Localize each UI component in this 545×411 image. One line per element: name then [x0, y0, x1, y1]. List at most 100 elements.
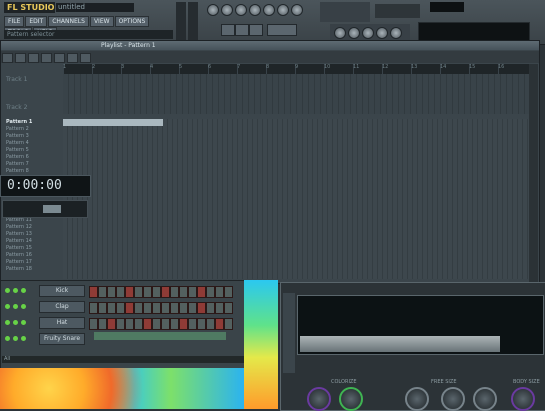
- pattern-label[interactable]: Pattern 5: [3, 147, 61, 154]
- knob-4[interactable]: [249, 4, 261, 16]
- knob-purple-1[interactable]: [307, 387, 331, 411]
- pattern-label[interactable]: Pattern 17: [3, 259, 61, 266]
- step-button[interactable]: [188, 286, 197, 298]
- browser-shortcut-icon[interactable]: [376, 27, 388, 39]
- play-button[interactable]: [221, 24, 235, 36]
- track-label[interactable]: Track 2: [6, 104, 27, 111]
- step-button[interactable]: [152, 302, 161, 314]
- pattern-grid[interactable]: [63, 119, 529, 279]
- step-button[interactable]: [143, 286, 152, 298]
- channel-led-icon[interactable]: [13, 288, 18, 293]
- step-button[interactable]: [179, 302, 188, 314]
- step-button[interactable]: [161, 302, 170, 314]
- step-button[interactable]: [116, 286, 125, 298]
- channel-filter[interactable]: All: [2, 356, 244, 363]
- knob-gray-1[interactable]: [405, 387, 429, 411]
- step-button[interactable]: [224, 302, 233, 314]
- step-button[interactable]: [215, 318, 224, 330]
- step-button[interactable]: [161, 286, 170, 298]
- step-button[interactable]: [107, 302, 116, 314]
- channel-led-icon[interactable]: [5, 288, 10, 293]
- step-button[interactable]: [89, 302, 98, 314]
- channel-led-icon[interactable]: [5, 304, 10, 309]
- step-button[interactable]: [224, 286, 233, 298]
- step-button[interactable]: [152, 286, 161, 298]
- playlist-titlebar[interactable]: Playlist - Pattern 1: [1, 41, 539, 50]
- delete-icon[interactable]: [28, 53, 39, 63]
- step-button[interactable]: [206, 318, 215, 330]
- menu-edit[interactable]: EDIT: [25, 16, 48, 27]
- channel-led-icon[interactable]: [5, 320, 10, 325]
- pattern-label[interactable]: Pattern 18: [3, 266, 61, 273]
- knob-gray-2[interactable]: [441, 387, 465, 411]
- channel-led-icon[interactable]: [21, 288, 26, 293]
- step-button[interactable]: [170, 302, 179, 314]
- mixer-shortcut-icon[interactable]: [390, 27, 402, 39]
- pattern-label[interactable]: Pattern 8: [3, 168, 61, 175]
- master-pitch-slider[interactable]: [188, 2, 198, 40]
- menu-file[interactable]: FILE: [4, 16, 25, 27]
- step-button[interactable]: [143, 318, 152, 330]
- channel-led-icon[interactable]: [5, 336, 10, 341]
- stop-button[interactable]: [235, 24, 249, 36]
- pattern-label[interactable]: Pattern 6: [3, 154, 61, 161]
- master-volume-slider[interactable]: [176, 2, 186, 40]
- pattern-label[interactable]: Pattern 7: [3, 161, 61, 168]
- select-icon[interactable]: [54, 53, 65, 63]
- position-slider[interactable]: [2, 200, 88, 218]
- pattern-label[interactable]: Pattern 12: [3, 224, 61, 231]
- mini-piano-roll[interactable]: [94, 332, 226, 340]
- step-button[interactable]: [152, 318, 161, 330]
- slider-handle[interactable]: [43, 205, 61, 213]
- step-button[interactable]: [197, 286, 206, 298]
- step-button[interactable]: [98, 302, 107, 314]
- playlist-shortcut-icon[interactable]: [334, 27, 346, 39]
- channel-led-icon[interactable]: [13, 336, 18, 341]
- step-button[interactable]: [116, 318, 125, 330]
- menu-options[interactable]: OPTIONS: [114, 16, 150, 27]
- step-button[interactable]: [125, 286, 134, 298]
- pencil-icon[interactable]: [2, 53, 13, 63]
- step-button[interactable]: [125, 318, 134, 330]
- pattern-label[interactable]: Pattern 14: [3, 238, 61, 245]
- knob-5[interactable]: [263, 4, 275, 16]
- zoom-icon[interactable]: [67, 53, 78, 63]
- pattern-label[interactable]: Pattern 4: [3, 140, 61, 147]
- playback-icon[interactable]: [80, 53, 91, 63]
- channel-led-icon[interactable]: [21, 304, 26, 309]
- step-button[interactable]: [197, 318, 206, 330]
- track-label[interactable]: Track 1: [6, 76, 27, 83]
- step-button[interactable]: [89, 318, 98, 330]
- pattern-block[interactable]: [63, 119, 163, 126]
- track-area[interactable]: [63, 74, 529, 114]
- mute-icon[interactable]: [41, 53, 52, 63]
- channel-button[interactable]: Kick: [39, 285, 85, 297]
- step-button[interactable]: [170, 286, 179, 298]
- time-ruler[interactable]: 1 2 3 4 5 6 7 8 9 10 11 12 13 14 15 16: [63, 64, 529, 74]
- pattern-selector[interactable]: [375, 4, 420, 18]
- step-button[interactable]: [134, 318, 143, 330]
- pattern-label[interactable]: Pattern 13: [3, 231, 61, 238]
- pattern-label[interactable]: Pattern 15: [3, 245, 61, 252]
- step-button[interactable]: [206, 302, 215, 314]
- channel-led-icon[interactable]: [13, 304, 18, 309]
- step-button[interactable]: [206, 286, 215, 298]
- step-button[interactable]: [143, 302, 152, 314]
- step-button[interactable]: [188, 318, 197, 330]
- record-button[interactable]: [249, 24, 263, 36]
- knob-green[interactable]: [339, 387, 363, 411]
- step-button[interactable]: [179, 318, 188, 330]
- knob-3[interactable]: [235, 4, 247, 16]
- paint-icon[interactable]: [15, 53, 26, 63]
- pattern-label[interactable]: Pattern 16: [3, 252, 61, 259]
- step-button[interactable]: [197, 302, 206, 314]
- pattern-label[interactable]: Pattern 11: [3, 217, 61, 224]
- knob-1[interactable]: [207, 4, 219, 16]
- step-button[interactable]: [116, 302, 125, 314]
- pattern-label[interactable]: Pattern 3: [3, 133, 61, 140]
- knob-gray-3[interactable]: [473, 387, 497, 411]
- channel-led-icon[interactable]: [21, 320, 26, 325]
- vertical-scrollbar[interactable]: [529, 64, 538, 282]
- step-button[interactable]: [188, 302, 197, 314]
- step-button[interactable]: [98, 318, 107, 330]
